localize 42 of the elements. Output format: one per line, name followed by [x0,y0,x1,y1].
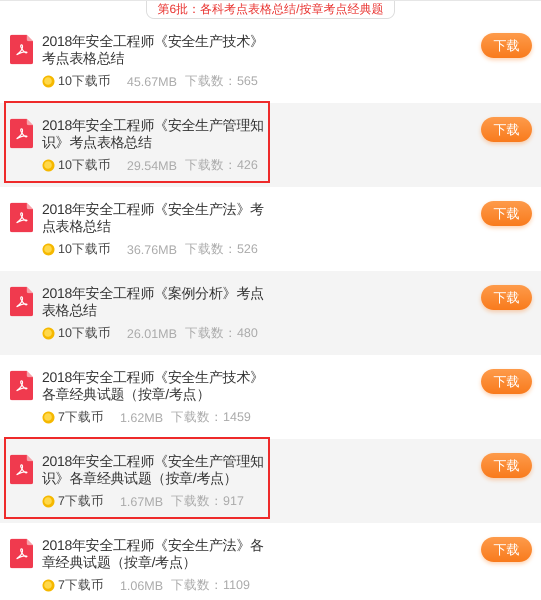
download-count: 下载数：480 [184,325,258,342]
coin-icon [42,75,55,88]
file-title[interactable]: 2018年安全工程师《安全生产技术》各章经典试题（按章/考点） [42,369,268,403]
pdf-file-icon [10,453,33,486]
file-size: 26.01MB [126,326,177,340]
file-title[interactable]: 2018年安全工程师《安全生产法》各章经典试题（按章/考点） [42,537,268,571]
file-size: 1.67MB [120,494,164,508]
file-size: 1.06MB [120,578,164,592]
file-title[interactable]: 2018年安全工程师《安全生产管理知识》各章经典试题（按章/考点） [42,453,268,487]
file-title[interactable]: 2018年安全工程师《案例分析》考点表格总结 [42,285,268,319]
coin-icon [42,411,55,424]
price-text: 10下载币 [58,73,111,90]
coin-icon [42,159,55,172]
pdf-file-icon [10,33,33,66]
pdf-file-icon [10,201,33,234]
download-count: 下载数：917 [171,493,244,510]
coin-icon [42,327,55,340]
download-count: 下载数：1109 [171,577,250,594]
file-title[interactable]: 2018年安全工程师《安全生产技术》考点表格总结 [42,33,268,67]
download-count: 下载数：526 [184,241,258,258]
download-count: 下载数：565 [184,73,258,90]
pdf-file-icon [10,369,33,402]
file-size: 1.62MB [120,410,164,424]
pdf-file-icon [10,537,33,570]
file-size: 29.54MB [126,158,177,172]
price-text: 10下载币 [58,157,111,174]
price-text: 7下载币 [58,577,104,594]
file-size: 45.67MB [126,74,177,88]
pdf-file-icon [10,117,33,150]
download-count: 下载数：426 [184,157,258,174]
price-text: 7下载币 [58,493,104,510]
coin-icon [42,243,55,256]
file-title[interactable]: 2018年安全工程师《安全生产管理知识》考点表格总结 [42,117,268,151]
download-count: 下载数：1459 [171,409,251,426]
price-text: 10下载币 [58,325,111,342]
file-title[interactable]: 2018年安全工程师《安全生产法》考点表格总结 [42,201,268,235]
coin-icon [42,495,55,508]
price-text: 7下载币 [58,409,104,426]
file-size: 36.76MB [126,242,177,256]
pdf-file-icon [10,285,33,318]
price-text: 10下载币 [58,241,111,258]
coin-icon [42,579,55,592]
